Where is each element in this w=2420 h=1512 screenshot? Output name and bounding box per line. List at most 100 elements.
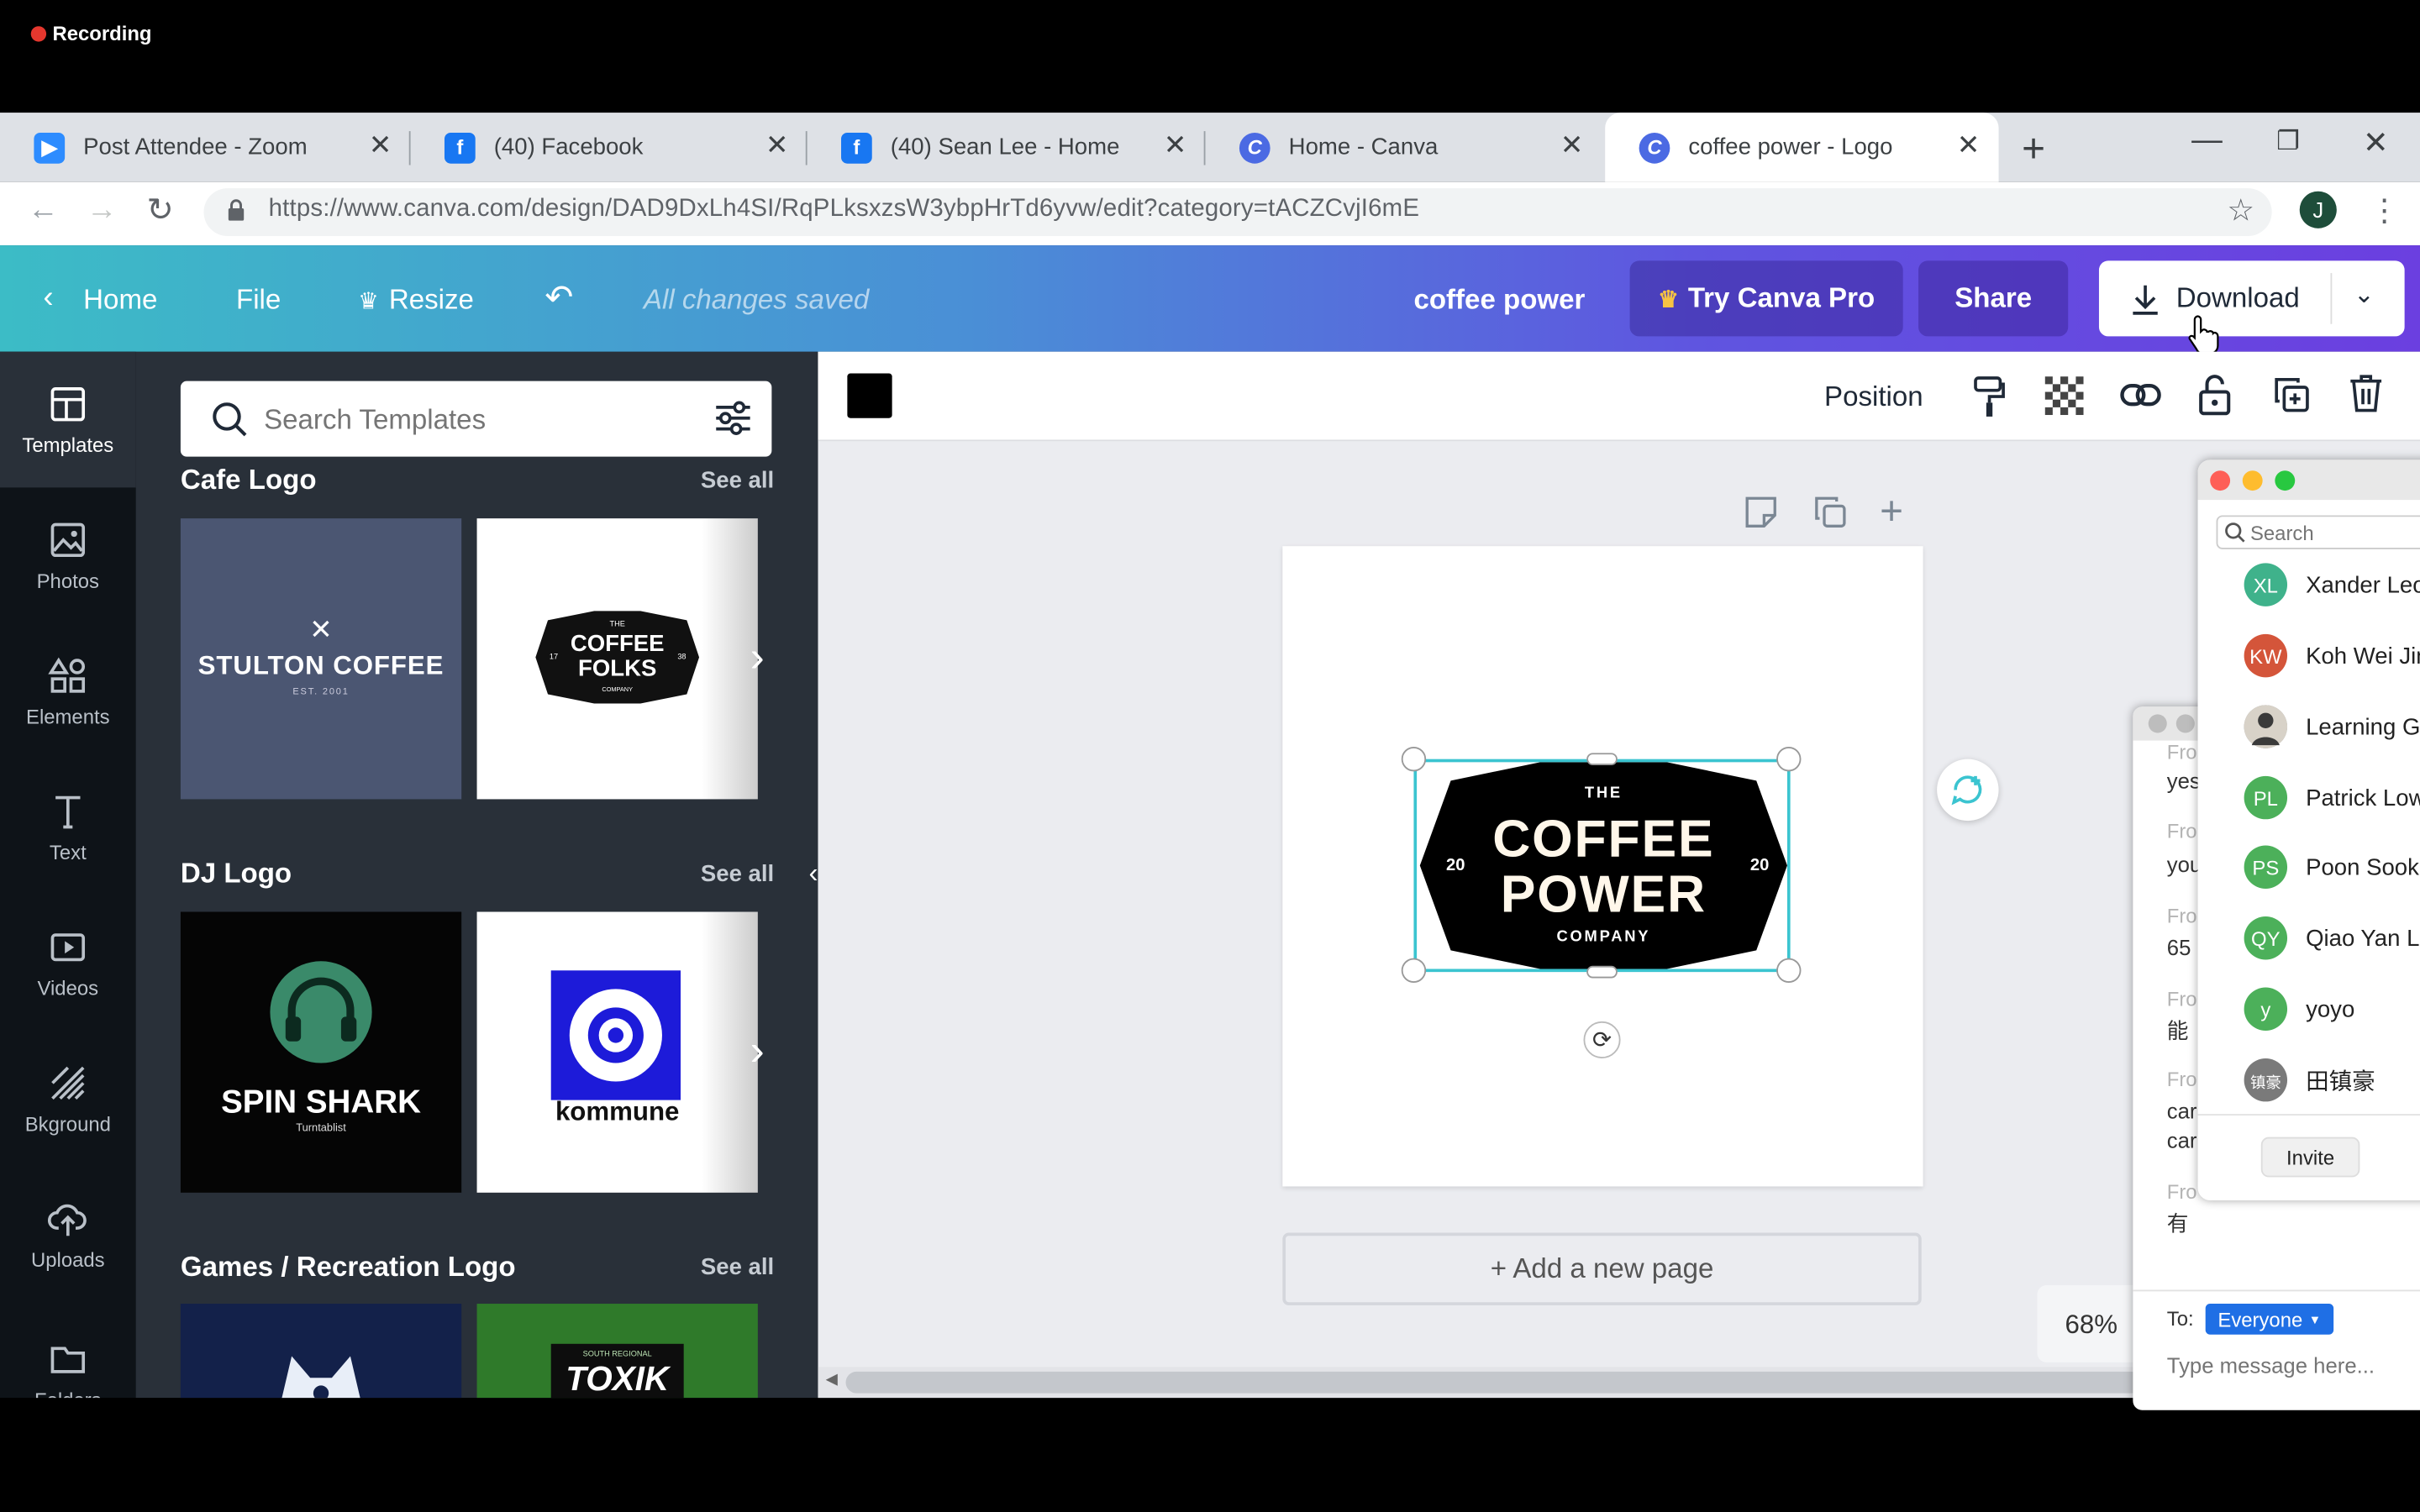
trash-icon[interactable]: [2349, 373, 2383, 421]
chevron-right-icon[interactable]: ›: [750, 1026, 765, 1075]
rail-background[interactable]: Bkground: [0, 1031, 136, 1167]
new-tab-plus-icon[interactable]: +: [2022, 125, 2045, 173]
back-arrow-icon[interactable]: ←: [28, 193, 59, 228]
chevron-left-icon[interactable]: ‹: [808, 858, 818, 890]
participant-row[interactable]: PS Poon Sook: [2244, 845, 2419, 889]
see-all-link[interactable]: See all: [701, 468, 774, 494]
close-icon[interactable]: ✕: [1560, 129, 1584, 162]
share-button[interactable]: Share: [1918, 260, 2069, 337]
chevron-left-icon[interactable]: ‹: [43, 281, 53, 316]
design-title[interactable]: coffee power: [1413, 284, 1585, 317]
resize-handle[interactable]: [1586, 753, 1618, 766]
rail-templates[interactable]: Templates: [0, 351, 136, 488]
resize-handle[interactable]: [1586, 965, 1618, 979]
url-text: https://www.canva.com/design/DAD9DxLh4SI…: [268, 196, 1420, 223]
close-icon[interactable]: ✕: [369, 129, 392, 162]
template-thumbnail[interactable]: kommune: [476, 911, 758, 1193]
rail-label: Folders: [34, 1389, 102, 1398]
home-button[interactable]: Home: [83, 284, 157, 317]
selection-box[interactable]: [1413, 759, 1791, 973]
close-dot[interactable]: [2210, 470, 2231, 491]
browser-tab[interactable]: f (40) Facebook ✕: [411, 113, 808, 182]
rail-text[interactable]: Text: [0, 759, 136, 895]
to-label: To:: [2166, 1306, 2194, 1331]
chrome-menu-icon[interactable]: ⋮: [2369, 192, 2400, 230]
rail-folders[interactable]: Folders: [0, 1302, 136, 1398]
participant-name: Learning Gr: [2306, 713, 2420, 740]
save-status: All changes saved: [643, 283, 870, 315]
participant-row[interactable]: XL Xander Leow: [2244, 563, 2420, 606]
rail-photos[interactable]: Photos: [0, 487, 136, 623]
rail-uploads[interactable]: Uploads: [0, 1167, 136, 1303]
scroll-left-arrow-icon[interactable]: ◀: [826, 1372, 838, 1389]
resize-handle[interactable]: [1776, 746, 1802, 772]
rail-elements[interactable]: Elements: [0, 623, 136, 759]
chevron-right-icon[interactable]: ›: [750, 633, 765, 682]
elements-icon: [48, 656, 86, 692]
transparency-icon[interactable]: [2044, 376, 2084, 423]
recipient-select[interactable]: Everyone ▼: [2205, 1304, 2333, 1335]
resize-button[interactable]: Resize: [389, 284, 474, 317]
duplicate-icon[interactable]: [2274, 376, 2311, 421]
participant-row[interactable]: 镇豪 田镇豪: [2244, 1058, 2375, 1102]
template-thumbnail[interactable]: SOUTH REGIONAL TOXIK: [476, 1304, 758, 1399]
add-page-plus-icon[interactable]: +: [1880, 487, 1903, 535]
filter-sliders-icon[interactable]: [713, 400, 754, 444]
color-swatch[interactable]: [847, 373, 892, 418]
close-icon[interactable]: ✕: [1164, 129, 1187, 162]
tab-title: (40) Sean Lee - Home: [890, 134, 1120, 161]
rail-videos[interactable]: Videos: [0, 895, 136, 1031]
restore-icon[interactable]: ❐: [2276, 127, 2300, 158]
rotate-icon[interactable]: ⟳: [1583, 1021, 1621, 1058]
close-icon[interactable]: ✕: [765, 129, 789, 162]
paint-roller-icon[interactable]: [1972, 375, 2006, 426]
participant-search-input[interactable]: [2249, 518, 2420, 547]
reload-icon[interactable]: ↻: [146, 192, 173, 230]
bookmark-star-icon[interactable]: ☆: [2227, 192, 2254, 230]
chat-message-input[interactable]: [2166, 1348, 2420, 1383]
minimize-icon[interactable]: —: [2191, 123, 2223, 159]
see-all-link[interactable]: See all: [701, 861, 774, 887]
browser-tab[interactable]: f (40) Sean Lee - Home ✕: [808, 113, 1206, 182]
horizontal-scrollbar-thumb[interactable]: [845, 1371, 2143, 1394]
see-all-link[interactable]: See all: [701, 1254, 774, 1280]
target-icon: [569, 989, 662, 1082]
participant-row[interactable]: QY Qiao Yan Le: [2244, 916, 2420, 960]
window-dot[interactable]: [2148, 714, 2167, 733]
add-comment-button[interactable]: [1937, 759, 1999, 822]
window-close-icon[interactable]: ✕: [2363, 123, 2389, 162]
browser-tab-active[interactable]: C coffee power - Logo ✕: [1605, 113, 1999, 182]
maximize-dot[interactable]: [2275, 470, 2296, 491]
resize-handle[interactable]: [1401, 958, 1427, 983]
try-canva-pro-button[interactable]: ♛ Try Canva Pro: [1629, 260, 1903, 337]
participant-row[interactable]: y yoyo: [2244, 987, 2354, 1031]
chevron-down-icon[interactable]: ⌄: [2354, 279, 2375, 310]
participant-row[interactable]: KW Koh Wei Jin: [2244, 633, 2420, 678]
add-new-page-button[interactable]: + Add a new page: [1282, 1232, 1922, 1305]
template-thumbnail[interactable]: [180, 1304, 462, 1399]
participant-row[interactable]: Learning Gr: [2244, 705, 2420, 748]
browser-tab[interactable]: ▶ Post Attendee - Zoom ✕: [0, 113, 411, 182]
browser-tab[interactable]: C Home - Canva ✕: [1205, 113, 1602, 182]
invite-button[interactable]: Invite: [2260, 1137, 2360, 1178]
position-button[interactable]: Position: [1824, 381, 1923, 414]
file-menu-button[interactable]: File: [236, 284, 281, 317]
profile-avatar[interactable]: J: [2299, 191, 2337, 228]
resize-handle[interactable]: [1401, 746, 1427, 772]
forward-arrow-icon[interactable]: →: [87, 193, 118, 228]
undo-icon[interactable]: ↶: [544, 278, 573, 318]
facebook-icon: f: [841, 132, 872, 163]
note-icon[interactable]: [1744, 496, 1778, 538]
window-dot[interactable]: [2175, 714, 2195, 733]
participant-row[interactable]: PL Patrick Low: [2244, 775, 2420, 820]
unlock-icon[interactable]: [2198, 373, 2232, 424]
resize-handle[interactable]: [1776, 958, 1802, 983]
template-thumbnail[interactable]: ✕ STULTON COFFEE EST. 2001: [180, 518, 462, 800]
template-thumbnail[interactable]: THE COFFEE FOLKS COMPANY 17 38: [476, 518, 758, 800]
link-icon[interactable]: [2119, 380, 2162, 418]
template-thumbnail[interactable]: SPIN SHARK Turntablist: [180, 911, 462, 1193]
minimize-dot[interactable]: [2242, 470, 2263, 491]
close-icon[interactable]: ✕: [1957, 129, 1981, 162]
copy-page-icon[interactable]: [1813, 496, 1847, 538]
template-search-input[interactable]: [264, 397, 681, 442]
